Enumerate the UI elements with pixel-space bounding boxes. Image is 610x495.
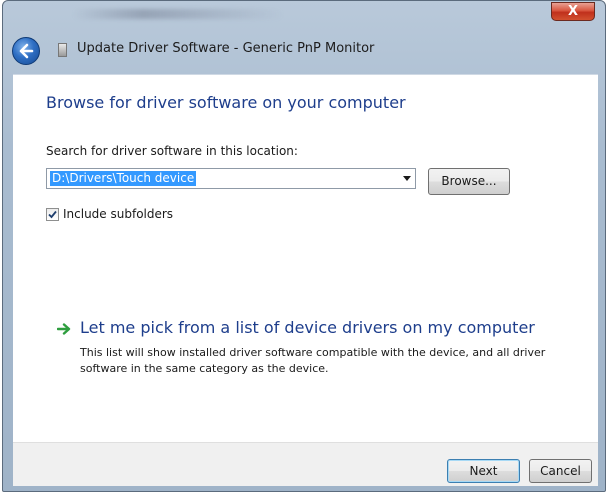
back-arrow-icon (19, 43, 34, 59)
title-bar-text-blurred (73, 9, 283, 19)
close-button[interactable]: X (551, 2, 595, 21)
cancel-button[interactable]: Cancel (529, 459, 592, 483)
green-arrow-icon (57, 323, 71, 335)
path-combobox[interactable]: D:\Drivers\Touch device (46, 168, 416, 189)
page-heading: Browse for driver software on your compu… (46, 93, 406, 112)
content-panel: Browse for driver software on your compu… (13, 74, 598, 442)
pick-driver-link[interactable]: Let me pick from a list of device driver… (80, 318, 535, 337)
dialog-window: X Update Driver Software - Generic PnP M… (2, 0, 606, 492)
wizard-title: Update Driver Software - Generic PnP Mon… (77, 41, 375, 56)
include-subfolders-label[interactable]: Include subfolders (63, 207, 173, 221)
device-icon (58, 43, 67, 57)
include-subfolders-checkbox[interactable] (46, 208, 59, 221)
next-button[interactable]: Next (447, 459, 520, 483)
back-button[interactable] (12, 37, 40, 65)
checkmark-icon (48, 210, 57, 219)
search-location-label: Search for driver software in this locat… (46, 144, 298, 158)
button-bar: Next Cancel (13, 442, 598, 486)
path-input-value[interactable]: D:\Drivers\Touch device (50, 171, 197, 186)
browse-button[interactable]: Browse... (428, 168, 510, 195)
pick-driver-description: This list will show installed driver sof… (80, 346, 546, 375)
chevron-down-icon[interactable] (403, 176, 411, 181)
